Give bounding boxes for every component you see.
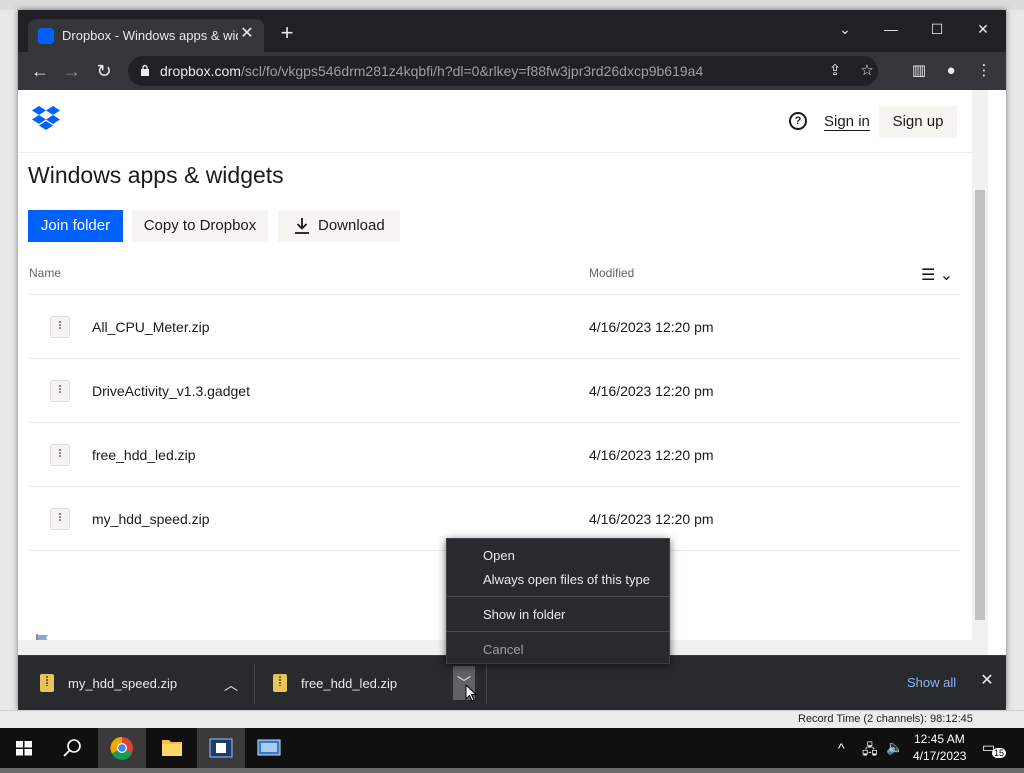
search-icon (48, 728, 96, 768)
file-modified: 4/16/2023 12:20 pm (589, 511, 714, 527)
file-name[interactable]: DriveActivity_v1.3.gadget (92, 383, 250, 399)
download-button[interactable]: Download (278, 210, 400, 242)
profile-icon[interactable]: ● (940, 60, 962, 82)
forward-button[interactable]: → (59, 58, 85, 84)
tab-title: Dropbox - Windows apps & widgets (62, 28, 238, 43)
menu-item-always-open[interactable]: Always open files of this type (483, 572, 650, 587)
help-icon[interactable]: ? (789, 112, 807, 130)
copy-to-dropbox-button[interactable]: Copy to Dropbox (132, 210, 268, 242)
bookmark-star-icon[interactable]: ☆ (857, 61, 877, 81)
menu-divider (447, 631, 669, 632)
share-icon[interactable]: ⇪ (825, 61, 845, 81)
background-app-strip (0, 0, 1024, 10)
menu-item-show-in-folder[interactable]: Show in folder (483, 607, 565, 622)
divider (486, 664, 487, 704)
zip-file-icon (50, 508, 70, 530)
windows-logo-icon (0, 728, 48, 768)
menu-item-cancel[interactable]: Cancel (483, 642, 523, 657)
download-icon (294, 217, 310, 235)
vertical-scrollbar[interactable] (972, 90, 988, 655)
background-app-left (0, 10, 18, 710)
tab-close-icon[interactable]: ✕ (238, 25, 256, 43)
file-modified: 4/16/2023 12:20 pm (589, 383, 714, 399)
chevron-up-icon[interactable]: ︿ (220, 674, 242, 696)
file-modified: 4/16/2023 12:20 pm (589, 319, 714, 335)
gadget-file-icon (50, 380, 70, 402)
column-header-name[interactable]: Name (29, 266, 61, 280)
page-title: Windows apps & widgets (28, 162, 284, 189)
reload-button[interactable]: ↻ (91, 58, 117, 84)
menu-divider (447, 596, 669, 597)
mouse-cursor-icon (465, 684, 477, 702)
file-modified: 4/16/2023 12:20 pm (589, 447, 714, 463)
folder-icon (148, 728, 196, 768)
tray-chevron-up-icon[interactable]: ^ (838, 740, 845, 756)
zip-file-icon (40, 674, 54, 692)
file-name[interactable]: my_hdd_speed.zip (92, 511, 210, 527)
windows-taskbar: ^ 🖧 🔈 12:45 AM 4/17/2023 ▭ 15 (0, 728, 1024, 768)
recorder-status-bar: Record Time (2 channels): 98:12:45 (0, 710, 1024, 728)
side-panel-icon[interactable]: ▥ (908, 60, 930, 82)
clock-date[interactable]: 4/17/2023 (913, 749, 966, 763)
download-label: Download (318, 210, 385, 242)
taskbar-app[interactable] (245, 728, 293, 768)
table-row[interactable]: free_hdd_led.zip 4/16/2023 12:20 pm (28, 423, 960, 487)
download-item-2[interactable]: free_hdd_led.zip ﹀ (273, 662, 483, 706)
titlebar: Dropbox - Windows apps & widgets ✕ + ⌄ —… (18, 10, 1006, 52)
file-name[interactable]: All_CPU_Meter.zip (92, 319, 210, 335)
taskbar-file-explorer[interactable] (148, 728, 196, 768)
film-icon (197, 728, 245, 768)
scrollbar-thumb[interactable] (975, 190, 985, 620)
join-folder-button[interactable]: Join folder (28, 210, 123, 242)
start-button[interactable] (0, 728, 48, 768)
browser-tab[interactable]: Dropbox - Windows apps & widgets ✕ (28, 19, 264, 52)
address-bar[interactable]: dropbox.com/scl/fo/vkgps546drm281z4kqbfi… (128, 56, 878, 86)
dropbox-favicon-icon (38, 28, 54, 44)
minimize-button[interactable]: — (868, 14, 914, 44)
back-button[interactable]: ← (27, 58, 53, 84)
show-all-link[interactable]: Show all (907, 675, 956, 690)
close-download-shelf-icon[interactable]: ✕ (976, 670, 998, 692)
zip-file-icon (273, 674, 287, 692)
background-app-right (1006, 10, 1024, 710)
clock-time[interactable]: 12:45 AM (914, 732, 965, 746)
close-window-button[interactable]: ✕ (960, 14, 1006, 44)
chrome-icon (98, 728, 146, 768)
new-tab-button[interactable]: + (276, 23, 298, 45)
monitor-app-icon (245, 728, 293, 768)
tab-search-icon[interactable]: ⌄ (822, 14, 868, 44)
column-header-modified[interactable]: Modified (589, 266, 634, 280)
maximize-button[interactable]: ☐ (914, 14, 960, 44)
notification-count-badge: 15 (992, 748, 1006, 758)
sign-in-link[interactable]: Sign in (824, 113, 870, 131)
download-context-menu: Open Always open files of this type Show… (446, 538, 670, 664)
zip-file-icon (50, 444, 70, 466)
browser-toolbar: ← → ↻ dropbox.com/scl/fo/vkgps546drm281z… (18, 52, 1006, 90)
download-item-1[interactable]: my_hdd_speed.zip ︿ (40, 662, 250, 706)
table-row[interactable]: DriveActivity_v1.3.gadget 4/16/2023 12:2… (28, 359, 960, 423)
lock-icon (140, 64, 150, 77)
url-text: dropbox.com/scl/fo/vkgps546drm281z4kqbfi… (160, 63, 703, 79)
sign-up-button[interactable]: Sign up (879, 106, 957, 138)
zip-file-icon (50, 316, 70, 338)
taskbar-video-app[interactable] (197, 728, 245, 768)
record-time-text: Record Time (2 channels): 98:12:45 (798, 713, 973, 725)
taskbar-chrome[interactable] (98, 728, 146, 768)
menu-item-open[interactable]: Open (483, 548, 515, 563)
table-row[interactable]: All_CPU_Meter.zip 4/16/2023 12:20 pm (28, 295, 960, 359)
download-file-name: my_hdd_speed.zip (68, 676, 177, 691)
menu-kebab-icon[interactable]: ⋮ (973, 60, 995, 82)
volume-icon[interactable]: 🔈 (886, 739, 903, 756)
file-name[interactable]: free_hdd_led.zip (92, 447, 196, 463)
download-file-name: free_hdd_led.zip (301, 676, 397, 691)
divider (254, 664, 255, 704)
search-button[interactable] (48, 728, 96, 768)
dropbox-logo-icon[interactable] (32, 106, 60, 130)
page-header: ? Sign in Sign up (18, 90, 972, 153)
list-view-toggle-icon[interactable]: ☰ ⌄ (921, 265, 953, 285)
network-icon[interactable]: 🖧 (862, 739, 878, 763)
